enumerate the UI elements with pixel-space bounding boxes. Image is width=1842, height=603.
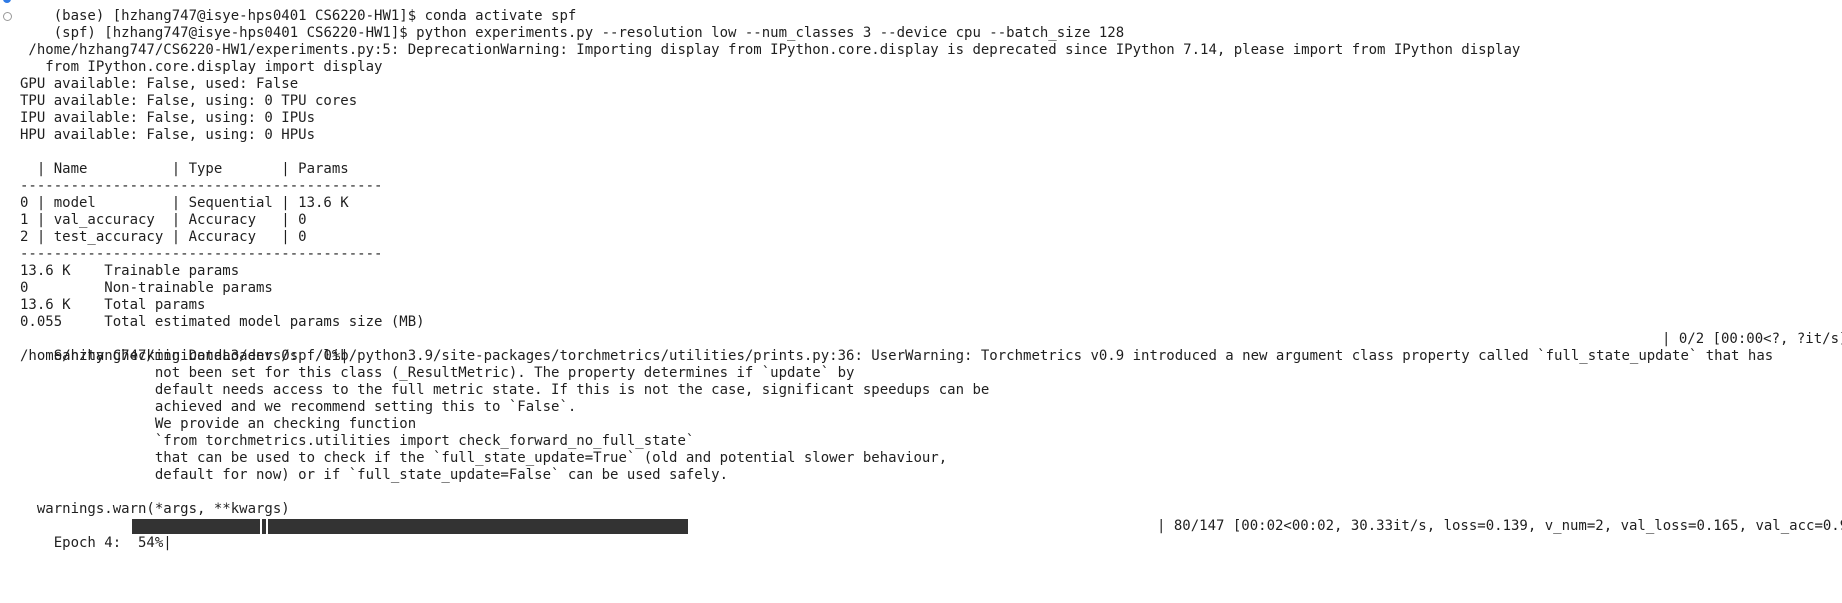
warning-line: default for now) or if `full_state_updat… xyxy=(20,467,729,483)
warning-line: not been set for this class (_ResultMetr… xyxy=(20,365,855,381)
warning-line: default needs access to the full metric … xyxy=(20,382,990,398)
output-line: ----------------------------------------… xyxy=(20,178,383,194)
warning-line xyxy=(0,484,1842,501)
command-success-dot-icon[interactable] xyxy=(3,0,11,3)
output-line: IPU available: False, using: 0 IPUs xyxy=(20,110,316,126)
output-line: GPU available: False, used: False xyxy=(20,76,299,92)
warning-line: `from torchmetrics.utilities import chec… xyxy=(20,433,695,449)
warning-line: We provide an checking function xyxy=(20,416,417,432)
epoch-progress-line: Epoch 4: 54%| | 80/147 [00:02<00:02, 30.… xyxy=(0,518,1842,551)
epoch-progress-stats: | 80/147 [00:02<00:02, 30.33it/s, loss=0… xyxy=(1157,518,1842,535)
sanity-progress-stats: | 0/2 [00:00<?, ?it/s] xyxy=(1662,331,1842,347)
output-line: | Name | Type | Params xyxy=(20,161,349,177)
output-line: /home/hzhang747/CS6220-HW1/experiments.p… xyxy=(20,42,1521,58)
output-line: 0 | model | Sequential | 13.6 K xyxy=(20,195,349,211)
output-line: 13.6 K Trainable params xyxy=(20,263,240,279)
output-line: HPU available: False, using: 0 HPUs xyxy=(20,127,316,143)
terminal-output[interactable]: (base) [hzhang747@isye-hps0401 CS6220-HW… xyxy=(0,0,1842,551)
epoch-stats-text: | 80/147 [00:02<00:02, 30.33it/s, loss=0… xyxy=(1157,518,1842,534)
output-line: 0.055 Total estimated model params size … xyxy=(20,314,425,330)
current-command-line: (spf) [hzhang747@isye-hps0401 CS6220-HW1… xyxy=(0,8,1842,41)
sanity-check-progress-line: Sanity Checking DataLoader 0: 0%| | 0/2 … xyxy=(0,331,1842,364)
warning-line: achieved and we recommend setting this t… xyxy=(20,399,577,415)
epoch-progress-bar xyxy=(132,519,688,534)
output-line: 2 | test_accuracy | Accuracy | 0 xyxy=(20,229,349,245)
output-line: 13.6 K Total params xyxy=(20,297,206,313)
warning-line: warnings.warn(*args, **kwargs) xyxy=(20,501,290,517)
warning-line: /home/hzhang747/miniconda3/envs/spf/lib/… xyxy=(20,348,1774,364)
output-line: 1 | val_accuracy | Accuracy | 0 xyxy=(20,212,349,228)
output-line: TPU available: False, using: 0 TPU cores xyxy=(20,93,358,109)
output-line: 0 Non-trainable params xyxy=(20,280,273,296)
output-line: from IPython.core.display import display xyxy=(20,59,383,75)
command-running-circle-icon[interactable] xyxy=(3,12,12,21)
output-line: ----------------------------------------… xyxy=(20,246,383,262)
warning-line: that can be used to check if the `full_s… xyxy=(20,450,948,466)
previous-command-line: (base) [hzhang747@isye-hps0401 CS6220-HW… xyxy=(0,0,1842,24)
